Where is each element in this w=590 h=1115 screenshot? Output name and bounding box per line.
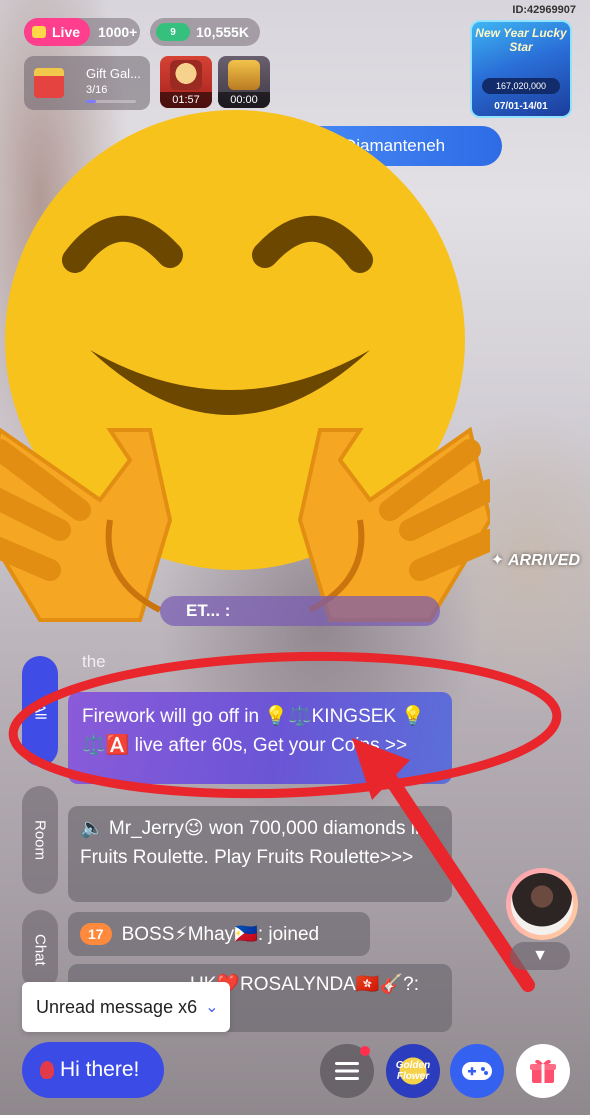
lucky-star-title: New Year Lucky Star [475, 26, 567, 54]
menu-button[interactable] [320, 1044, 374, 1098]
quick-greeting-label: Hi there! [60, 1058, 140, 1081]
live-icon [32, 26, 46, 38]
live-label: Live [52, 24, 81, 40]
gift-button[interactable] [516, 1044, 570, 1098]
coin-pill[interactable]: 9 10,555K [150, 18, 260, 46]
gift-icon [530, 1059, 556, 1083]
host-avatar[interactable] [506, 868, 578, 940]
notification-dot [360, 1046, 370, 1056]
tab-room-label: Room [31, 819, 49, 860]
chevron-down-icon: ⌄ [205, 999, 219, 1016]
golden-flower-label: Golden Flower [395, 1060, 431, 1082]
room-id: ID:42969907 [512, 4, 576, 16]
join-message-text: BOSS⚡Mhay🇵🇭: joined [121, 923, 320, 945]
unread-messages-popup[interactable]: Unread message x6 ⌄ [22, 982, 230, 1032]
tab-chat[interactable]: Chat [22, 910, 58, 990]
hamburger-icon [335, 1062, 359, 1080]
gift-box-icon [34, 68, 64, 98]
roulette-win-message[interactable]: 🔈 Mr_Jerry😉 won 700,000 diamonds in Frui… [68, 806, 452, 902]
tab-room[interactable]: Room [22, 786, 58, 894]
triangle-down-icon: ▼ [532, 947, 548, 964]
viewer-count: 1000+ [98, 24, 138, 40]
roulette-win-text: 🔈 Mr_Jerry😉 won 700,000 diamonds in Frui… [80, 818, 426, 868]
join-message: 17 BOSS⚡Mhay🇵🇭: joined [68, 912, 370, 956]
quick-greeting-button[interactable]: Hi there! [22, 1042, 164, 1098]
avatar-image [511, 873, 573, 935]
golden-flower-game-button[interactable]: Golden Flower [386, 1044, 440, 1098]
treasure-chest-icon [228, 60, 260, 90]
partial-message-bar: ET... : [160, 596, 440, 626]
tab-all[interactable]: All [22, 656, 58, 766]
unread-messages-text: Unread message x6 [36, 996, 198, 1017]
user-level-badge: 17 [80, 923, 112, 945]
tab-all-label: All [31, 702, 49, 720]
partial-text: the [82, 652, 106, 671]
live-viewers-pill[interactable]: Live 1000+ [24, 18, 140, 46]
tab-chat-label: Chat [31, 934, 49, 966]
treasure-box-icon [170, 60, 202, 90]
arrived-banner: ✦ ARRIVED [490, 552, 580, 569]
gamepad-icon [462, 1062, 492, 1080]
games-button[interactable] [450, 1044, 504, 1098]
firework-message-text: Firework will go off in 💡⚖️KINGSEK 💡⚖️🅰️… [82, 706, 426, 756]
gift-gallery-title: Gift Gal... [86, 66, 141, 81]
rose-icon [40, 1061, 54, 1079]
gift-gallery-count: 3/16 [86, 84, 108, 96]
coin-count: 10,555K [196, 24, 249, 40]
collapse-button[interactable]: ▼ [510, 942, 570, 970]
live-badge: Live [24, 18, 91, 46]
firework-message[interactable]: Firework will go off in 💡⚖️KINGSEK 💡⚖️🅰️… [68, 692, 452, 784]
lucky-star-amount: 167,020,000 [482, 78, 560, 94]
coin-badge: 9 [156, 23, 190, 41]
